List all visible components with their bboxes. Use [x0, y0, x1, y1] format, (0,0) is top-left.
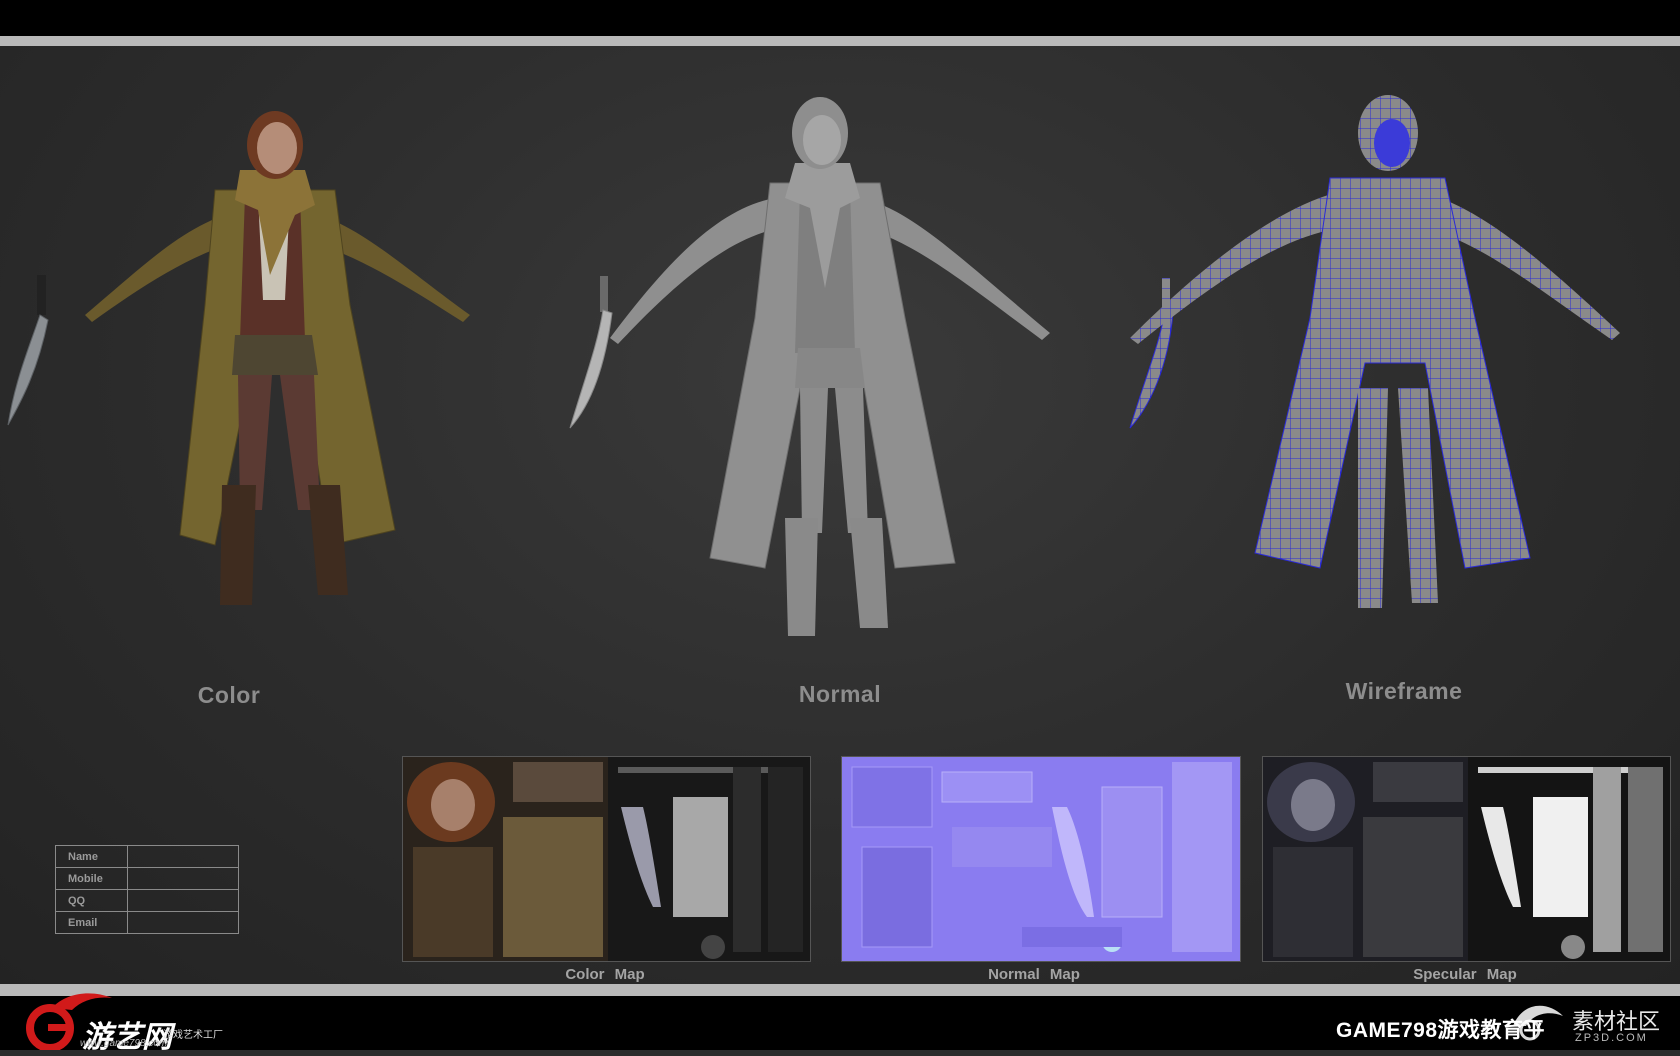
color-render-figure [7, 111, 470, 605]
logo-name: 游艺网 [82, 1021, 172, 1054]
knife-normal [569, 276, 613, 429]
info-value-name [127, 845, 239, 868]
specular-map-label: Specular Map [1413, 966, 1517, 983]
normal-map-texture [841, 756, 1241, 962]
info-row-name: Name [55, 845, 239, 868]
info-row-qq: QQ [55, 889, 239, 912]
knife-color [7, 275, 49, 426]
normal-map-label: Normal Map [988, 966, 1080, 983]
color-render-label: Color [197, 682, 261, 708]
info-label-qq: QQ [55, 889, 128, 912]
top-black-bar [0, 0, 1680, 36]
watermark-logo-icon [1513, 1005, 1563, 1041]
specular-map-texture [1262, 756, 1671, 962]
watermark-sub: ZP3D.COM [1575, 1032, 1648, 1044]
logo-url: www.game798.com [80, 1038, 168, 1049]
wireframe-render-label: Wireframe [1345, 678, 1463, 704]
knife-wireframe [1129, 278, 1174, 429]
info-label-mobile: Mobile [55, 867, 128, 890]
info-value-qq [127, 889, 239, 912]
info-row-email: Email [55, 911, 239, 934]
info-label-email: Email [55, 911, 128, 934]
info-value-mobile [127, 867, 239, 890]
logo-tagline: 游戏艺术工厂 [163, 1030, 223, 1041]
normal-render-label: Normal [798, 681, 882, 707]
info-row-mobile: Mobile [55, 867, 239, 890]
info-value-email [127, 911, 239, 934]
color-map-texture [402, 756, 811, 962]
top-separator [0, 36, 1680, 46]
info-form-table: Name Mobile QQ Email [55, 845, 239, 934]
wireframe-render-figure [1129, 95, 1620, 608]
info-label-name: Name [55, 845, 128, 868]
color-map-label: Color Map [565, 966, 645, 983]
normal-render-figure [569, 97, 1050, 636]
bottom-separator [0, 984, 1680, 996]
